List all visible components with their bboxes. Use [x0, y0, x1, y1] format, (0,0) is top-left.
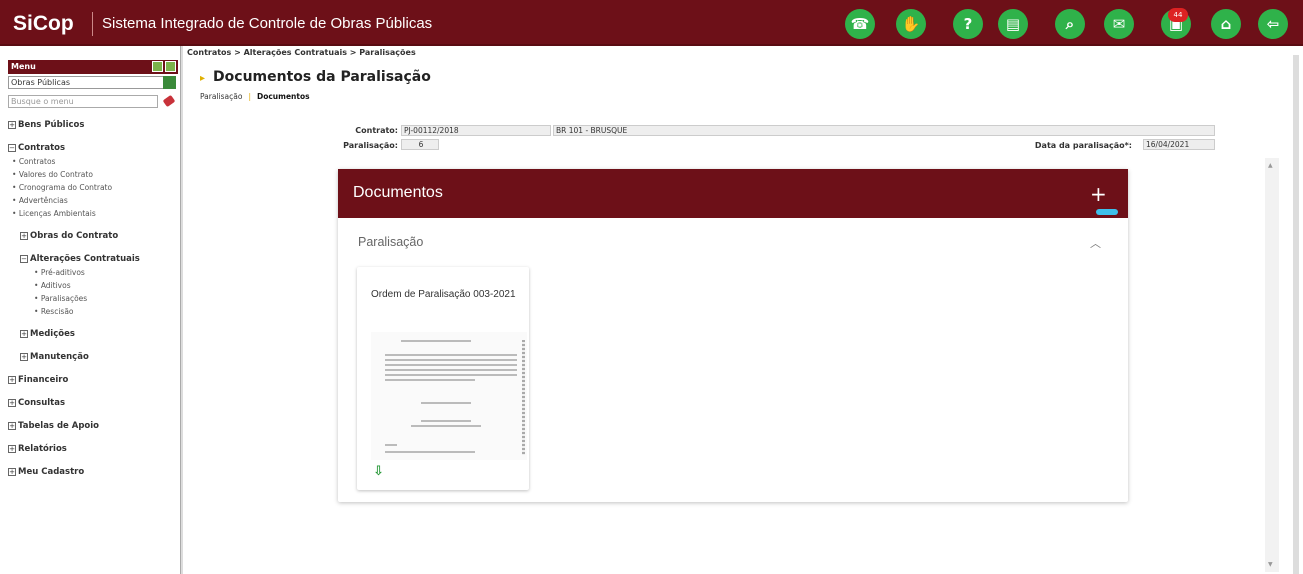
- menu-search-placeholder: Busque o menu: [11, 97, 74, 106]
- data-paralisacao-label: Data da paralisação*:: [1034, 141, 1132, 150]
- documentos-panel: Documentos + Paralisação ︿ Ordem de Para…: [338, 169, 1128, 502]
- breadcrumb: Contratos > Alterações Contratuais > Par…: [187, 48, 416, 57]
- expand-icon: +: [20, 352, 28, 361]
- sidebar-sub-paralisacoes[interactable]: • Paralisações: [34, 294, 87, 303]
- menu-label: Menu: [11, 62, 36, 71]
- logo-divider: [92, 12, 93, 36]
- help-icon[interactable]: ?: [953, 9, 983, 39]
- sidebar-splitter[interactable]: [180, 46, 183, 574]
- sidebar-item-alteracoes[interactable]: − Alterações Contratuais: [20, 254, 140, 264]
- sidebar-item-tabelas[interactable]: + Tabelas de Apoio: [8, 421, 99, 431]
- add-document-button[interactable]: +: [1090, 182, 1107, 206]
- page-scrollbar[interactable]: [1293, 55, 1299, 574]
- sidebar-sub-aditivos[interactable]: • Aditivos: [34, 281, 71, 290]
- top-bar: SiCop Sistema Integrado de Controle de O…: [0, 0, 1303, 46]
- scroll-down-icon[interactable]: ▼: [1268, 561, 1273, 568]
- page-title: ▸ Documentos da Paralisação: [200, 69, 431, 85]
- add-indicator: [1096, 209, 1118, 215]
- app-logo[interactable]: SiCop: [13, 12, 74, 36]
- sidebar-sub-licencas[interactable]: • Licenças Ambientais: [12, 209, 96, 218]
- document-title: Ordem de Paralisação 003-2021: [371, 289, 516, 300]
- chat-search-icon[interactable]: ⌕: [1055, 9, 1085, 39]
- sidebar-sub-valores[interactable]: • Valores do Contrato: [12, 170, 93, 179]
- document-thumbnail[interactable]: [371, 332, 527, 460]
- sidebar-item-manutencao[interactable]: + Manutenção: [20, 352, 89, 362]
- contrato-field: PJ-00112/2018: [401, 125, 551, 136]
- expand-icon: +: [20, 329, 28, 338]
- handshake-icon[interactable]: ✋: [896, 9, 926, 39]
- collapse-icon: −: [8, 143, 16, 152]
- documentos-title: Documentos: [353, 184, 443, 201]
- paralisacao-label: Paralisação:: [343, 141, 398, 150]
- documentos-panel-header: Documentos +: [338, 169, 1128, 218]
- contrato-label: Contrato:: [355, 126, 398, 135]
- notification-badge: 44: [1168, 8, 1188, 22]
- sidebar-item-medicoes[interactable]: + Medições: [20, 329, 75, 339]
- expand-icon: +: [8, 120, 16, 129]
- app-title: Sistema Integrado de Controle de Obras P…: [102, 15, 433, 32]
- phone-icon[interactable]: ☎: [845, 9, 875, 39]
- collapse-icon: −: [20, 254, 28, 263]
- eraser-icon[interactable]: [162, 94, 176, 108]
- sidebar-item-meu-cadastro[interactable]: + Meu Cadastro: [8, 467, 84, 477]
- module-select-value: Obras Públicas: [11, 78, 71, 87]
- book-icon[interactable]: ▤: [998, 9, 1028, 39]
- expand-icon: +: [8, 444, 16, 453]
- expand-icon: +: [20, 231, 28, 240]
- expand-all-icon[interactable]: [152, 61, 163, 72]
- menu-search-input[interactable]: Busque o menu: [8, 94, 176, 108]
- module-select[interactable]: Obras Públicas: [8, 76, 176, 89]
- sidebar-sub-cronograma[interactable]: • Cronograma do Contrato: [12, 183, 112, 192]
- chevron-down-icon[interactable]: [163, 76, 176, 89]
- sidebar-item-contratos[interactable]: − Contratos: [8, 143, 65, 153]
- home-icon[interactable]: ⌂: [1211, 9, 1241, 39]
- sidebar-item-consultas[interactable]: + Consultas: [8, 398, 65, 408]
- sidebar-item-bens-publicos[interactable]: + Bens Públicos: [8, 120, 84, 130]
- contrato-description-field: BR 101 - BRUSQUE: [553, 125, 1215, 136]
- subnav-link-paralisacao[interactable]: Paralisação: [200, 92, 242, 101]
- sidebar-menu: Menu Obras Públicas Busque o menu + Bens …: [8, 60, 178, 574]
- expand-icon: +: [8, 421, 16, 430]
- sidebar-sub-advertencias[interactable]: • Advertências: [12, 196, 68, 205]
- expand-icon: +: [8, 375, 16, 384]
- sidebar-sub-pre-aditivos[interactable]: • Pré-aditivos: [34, 268, 85, 277]
- paralisacao-field: 6: [401, 139, 439, 150]
- collapse-all-icon[interactable]: [165, 61, 176, 72]
- sidebar-sub-rescisao[interactable]: • Rescisão: [34, 307, 74, 316]
- section-paralisacao-title[interactable]: Paralisação: [358, 235, 423, 249]
- subnav-active-documentos: Documentos: [256, 92, 310, 101]
- sidebar-sub-contratos[interactable]: • Contratos: [12, 157, 55, 166]
- mail-icon[interactable]: ✉: [1104, 9, 1134, 39]
- sidebar-item-obras[interactable]: + Obras do Contrato: [20, 231, 118, 241]
- expand-icon: +: [8, 467, 16, 476]
- sidebar-item-relatorios[interactable]: + Relatórios: [8, 444, 67, 454]
- data-paralisacao-field: 16/04/2021: [1143, 139, 1215, 150]
- arrow-icon: ▸: [200, 73, 206, 84]
- logout-icon[interactable]: ⇦: [1258, 9, 1288, 39]
- expand-icon: +: [8, 398, 16, 407]
- chevron-up-icon[interactable]: ︿: [1090, 235, 1101, 251]
- sidebar-item-financeiro[interactable]: + Financeiro: [8, 375, 68, 385]
- content-scrollbar[interactable]: ▲ ▼: [1265, 158, 1279, 572]
- sub-navigation: Paralisação | Documentos: [200, 92, 310, 101]
- menu-header: Menu: [8, 60, 178, 74]
- document-card[interactable]: Ordem de Paralisação 003-2021 ⇩: [357, 267, 529, 490]
- download-icon[interactable]: ⇩: [373, 464, 384, 479]
- scroll-up-icon[interactable]: ▲: [1268, 162, 1273, 169]
